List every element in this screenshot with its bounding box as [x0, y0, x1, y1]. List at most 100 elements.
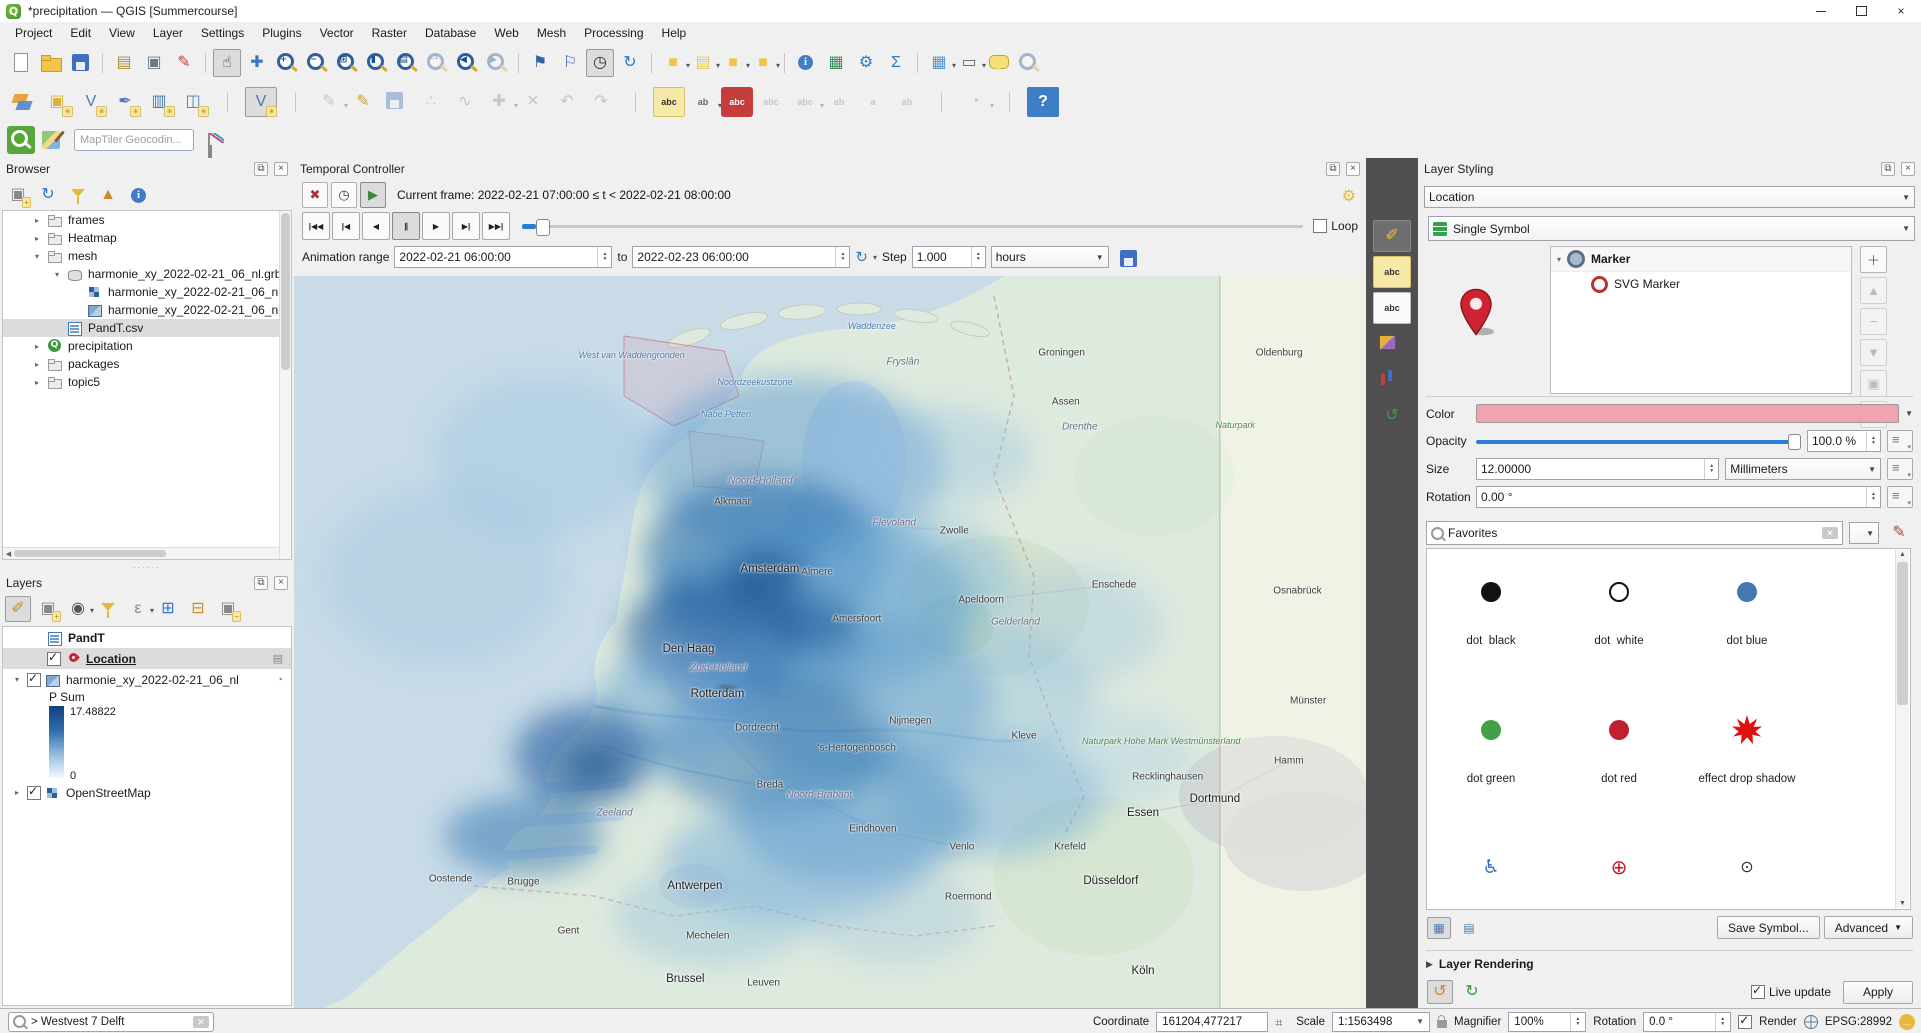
- label-show-hide-icon[interactable]: ab: [823, 87, 855, 117]
- spinner-buttons[interactable]: ▲▼: [1570, 1013, 1580, 1031]
- clear-search-icon[interactable]: ✕: [1822, 527, 1838, 539]
- vertex-tool-icon[interactable]: ✚: [483, 87, 515, 117]
- filter-browser-icon[interactable]: [65, 182, 91, 208]
- mask-tab-icon[interactable]: abc: [1373, 292, 1411, 324]
- browser-tree-item[interactable]: ▸ precipitation: [3, 337, 291, 355]
- menu-item[interactable]: Web: [485, 24, 527, 42]
- data-source-manager-icon[interactable]: [7, 87, 39, 117]
- float-panel-icon[interactable]: ⧉: [1326, 162, 1340, 176]
- menu-item[interactable]: Help: [653, 24, 696, 42]
- float-panel-icon[interactable]: ⧉: [254, 162, 268, 176]
- panel-splitter[interactable]: ······: [0, 562, 294, 572]
- map-canvas[interactable]: Waddenzee West van Waddengronden Noordze…: [294, 276, 1366, 1008]
- expander-icon[interactable]: ▾: [15, 675, 27, 684]
- symbol-item[interactable]: dot black: [1427, 549, 1555, 687]
- label-pin-icon[interactable]: abc: [789, 87, 821, 117]
- rotation-input[interactable]: 0.0 ° ▲▼: [1643, 1012, 1731, 1032]
- render-checkbox[interactable]: [1738, 1015, 1752, 1029]
- step-unit-combo[interactable]: hours▼: [991, 246, 1109, 268]
- separator[interactable]: [200, 49, 211, 77]
- menu-item[interactable]: Processing: [575, 24, 652, 42]
- symbol-item[interactable]: [1683, 825, 1811, 910]
- browser-tree-item[interactable]: PandT.csv: [3, 319, 291, 337]
- spinner-buttons[interactable]: ▲▼: [597, 247, 607, 267]
- toggle-editing-icon[interactable]: ✎: [347, 87, 379, 117]
- new-geopackage-icon[interactable]: ▣: [41, 87, 73, 117]
- redo-icon[interactable]: ↷: [585, 87, 617, 117]
- new-temp-scratch-layer-icon[interactable]: V: [245, 87, 277, 117]
- temporal-settings-icon[interactable]: ⚙: [1342, 186, 1356, 206]
- quickmap-search-icon[interactable]: [7, 126, 35, 154]
- layer-item[interactable]: Location ▤: [3, 648, 291, 669]
- expander-icon[interactable]: ▸: [35, 342, 47, 351]
- delete-selected-icon[interactable]: ✕: [517, 87, 549, 117]
- color-dropdown-icon[interactable]: ▼: [1905, 409, 1913, 418]
- symbol-item[interactable]: [1555, 825, 1683, 910]
- float-panel-icon[interactable]: ⧉: [1881, 162, 1895, 176]
- extents-toggle-icon[interactable]: ⌗: [1275, 1015, 1289, 1029]
- expander-icon[interactable]: ▸: [35, 234, 47, 243]
- refresh-dropdown-icon[interactable]: ▾: [873, 253, 877, 262]
- temporal-off-button[interactable]: ✖: [302, 182, 328, 208]
- symbol-tree-marker-row[interactable]: ▾ Marker: [1551, 247, 1851, 272]
- sum-features-icon[interactable]: Σ: [882, 49, 910, 77]
- spinner-buttons[interactable]: ▲▼: [1715, 1013, 1725, 1031]
- new-shapefile-icon[interactable]: V: [75, 87, 107, 117]
- current-edits-icon[interactable]: ✎: [313, 87, 345, 117]
- expander-icon[interactable]: ▾: [1557, 255, 1561, 264]
- separator[interactable]: [619, 87, 651, 117]
- collapse-all-icon[interactable]: ▲: [95, 182, 121, 208]
- browser-tree-item[interactable]: ▾ harmonie_xy_2022-02-21_06_nl.grb: [3, 265, 291, 283]
- symbol-item[interactable]: [1427, 825, 1555, 910]
- locator-search-input[interactable]: > Westvest 7 Delft ✕: [8, 1012, 214, 1032]
- new-spatialite-icon[interactable]: ✒: [109, 87, 141, 117]
- new-mesh-layer-icon[interactable]: ▥: [143, 87, 175, 117]
- collapse-all-layers-icon[interactable]: ⊟: [185, 596, 211, 622]
- menu-item[interactable]: Plugins: [253, 24, 310, 42]
- styling-layer-combo[interactable]: Location▼: [1424, 186, 1915, 208]
- clear-search-icon[interactable]: ✕: [193, 1016, 209, 1028]
- save-range-icon[interactable]: [1115, 245, 1139, 269]
- attribute-table-icon[interactable]: ▦: [925, 49, 953, 77]
- deselect-features-icon[interactable]: ■: [719, 49, 747, 77]
- separator[interactable]: [646, 49, 657, 77]
- layer-labeling-icon[interactable]: abc: [653, 87, 685, 117]
- undo-icon[interactable]: ↶: [551, 87, 583, 117]
- browser-tree-item[interactable]: ▸ frames: [3, 211, 291, 229]
- rewind-button[interactable]: |◀◀: [302, 212, 330, 240]
- opacity-slider[interactable]: [1476, 431, 1801, 451]
- fast-forward-button[interactable]: ▶▶|: [482, 212, 510, 240]
- magnifier-input[interactable]: 100% ▲▼: [1508, 1012, 1586, 1032]
- symbol-grid-scrollbar[interactable]: ▲▼: [1895, 550, 1909, 908]
- opacity-input[interactable]: 100.0 % ▲▼: [1807, 430, 1881, 452]
- spinner-buttons[interactable]: ▲▼: [835, 247, 845, 267]
- manage-themes-icon[interactable]: ◉: [65, 596, 91, 622]
- symbol-item[interactable]: dot blue: [1683, 549, 1811, 687]
- temporal-animated-button[interactable]: ▶: [360, 182, 386, 208]
- menu-item[interactable]: Settings: [192, 24, 253, 42]
- layer-diagram-icon[interactable]: ab: [687, 87, 719, 117]
- symbol-item[interactable]: effect drop shadow: [1683, 687, 1811, 825]
- remove-symbol-layer-button[interactable]: −: [1860, 308, 1887, 335]
- expand-all-icon[interactable]: ⊞: [155, 596, 181, 622]
- separator[interactable]: [97, 49, 108, 77]
- labels-tab-icon[interactable]: abc: [1373, 256, 1411, 288]
- labeling-single-icon[interactable]: abc: [721, 87, 753, 117]
- close-panel-icon[interactable]: ×: [274, 576, 288, 590]
- spinner-buttons[interactable]: ▲▼: [1866, 487, 1876, 507]
- zoom-next-icon[interactable]: ▶: [483, 49, 511, 77]
- zoom-full-icon[interactable]: ⊞: [333, 49, 361, 77]
- layer-visibility-checkbox[interactable]: [47, 652, 61, 666]
- open-styling-panel-icon[interactable]: ✐: [5, 596, 31, 622]
- list-view-button[interactable]: ▤: [1457, 917, 1481, 939]
- rotation-override-button[interactable]: [1887, 486, 1913, 508]
- size-override-button[interactable]: [1887, 458, 1913, 480]
- menu-item[interactable]: Layer: [144, 24, 192, 42]
- expander-icon[interactable]: ▶: [1426, 959, 1433, 970]
- close-panel-icon[interactable]: ×: [1346, 162, 1360, 176]
- layout-manager-icon[interactable]: ▣: [140, 49, 168, 77]
- play-forward-button[interactable]: ▶: [422, 212, 450, 240]
- diagrams-tab-icon[interactable]: [1373, 364, 1411, 396]
- save-project-icon[interactable]: [67, 49, 95, 77]
- new-bookmark-icon[interactable]: ⚑: [526, 49, 554, 77]
